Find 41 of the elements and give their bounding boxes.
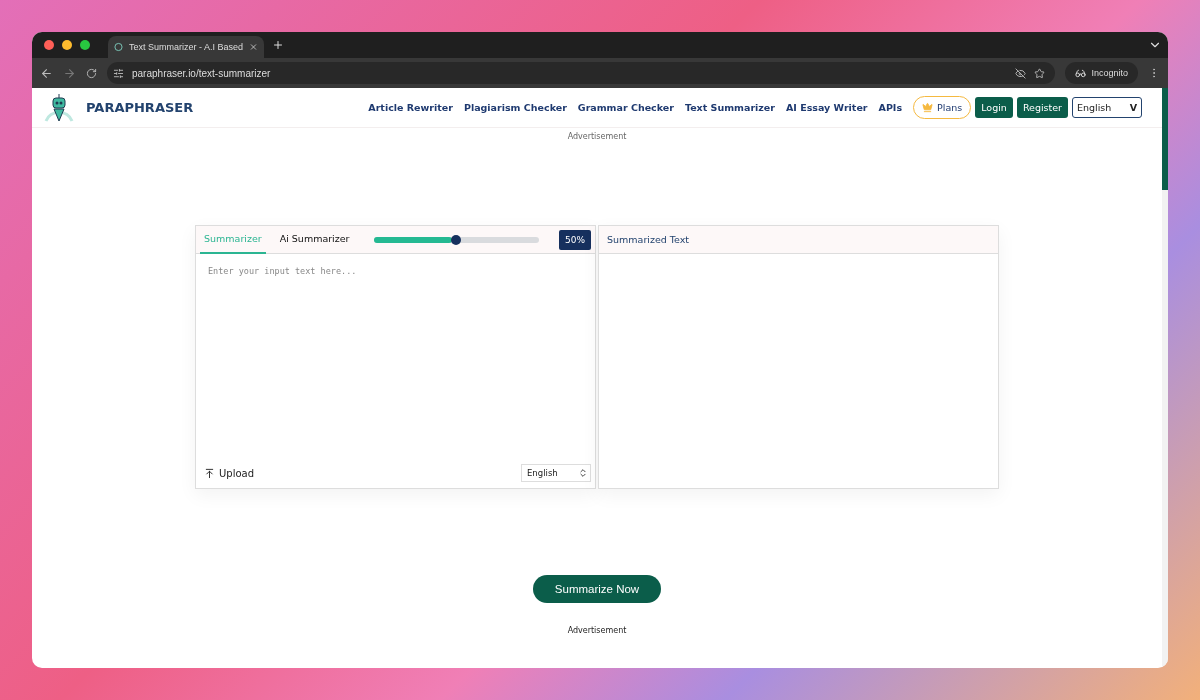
window-minimize-button[interactable] <box>62 40 72 50</box>
eye-off-icon[interactable] <box>1015 67 1027 79</box>
nav-link[interactable]: Article Rewriter <box>368 102 453 113</box>
nav-link[interactable]: AI Essay Writer <box>786 102 868 113</box>
reload-icon[interactable] <box>86 67 97 79</box>
up-down-icon <box>578 468 588 478</box>
bookmark-star-icon[interactable] <box>1034 67 1046 79</box>
window-maximize-button[interactable] <box>80 40 90 50</box>
language-select[interactable]: English V <box>1072 97 1142 118</box>
site-settings-icon[interactable] <box>113 67 124 79</box>
browser-tab[interactable]: Text Summarizer - A.I Based <box>108 36 264 58</box>
input-field[interactable]: Enter your input text here... <box>196 254 595 462</box>
advertisement-label: Advertisement <box>567 132 627 141</box>
crown-icon <box>922 102 934 113</box>
incognito-chip[interactable]: Incognito <box>1065 62 1138 84</box>
nav-link[interactable]: Grammar Checker <box>577 102 674 113</box>
nav-link[interactable]: APIs <box>878 102 903 113</box>
nav-link[interactable]: Plagiarism Checker <box>463 102 567 113</box>
register-button[interactable]: Register <box>1016 97 1068 118</box>
mode-tab[interactable]: Ai Summarizer <box>275 225 354 254</box>
slider-value: 50% <box>559 229 591 250</box>
upload-icon <box>204 467 215 479</box>
plans-button[interactable]: Plans <box>913 96 972 119</box>
forward-icon[interactable] <box>63 66 76 80</box>
nav-link[interactable]: Text Summarizer <box>684 102 775 113</box>
brand-name: PARAPHRASER <box>86 100 195 115</box>
language-select[interactable]: English <box>521 464 591 482</box>
summarize-button[interactable]: Summarize Now <box>533 575 661 603</box>
back-icon[interactable] <box>40 66 53 80</box>
new-tab-icon[interactable] <box>272 39 284 51</box>
advertisement-label: Advertisement <box>567 626 627 635</box>
length-slider[interactable] <box>373 236 539 243</box>
upload-button[interactable]: Upload <box>204 467 255 479</box>
input-panel[interactable]: Summarizer Ai Summarizer 50% Enter your input text here... Upload English <box>195 225 596 489</box>
slider-handle[interactable] <box>451 234 462 245</box>
address-bar[interactable]: paraphraser.io/text-summarizer <box>107 62 1056 84</box>
incognito-icon <box>1075 67 1087 79</box>
window-close-button[interactable] <box>44 40 54 50</box>
login-button[interactable]: Login <box>975 97 1013 118</box>
output-title: Summarized Text <box>606 234 690 245</box>
close-icon[interactable] <box>249 42 258 52</box>
